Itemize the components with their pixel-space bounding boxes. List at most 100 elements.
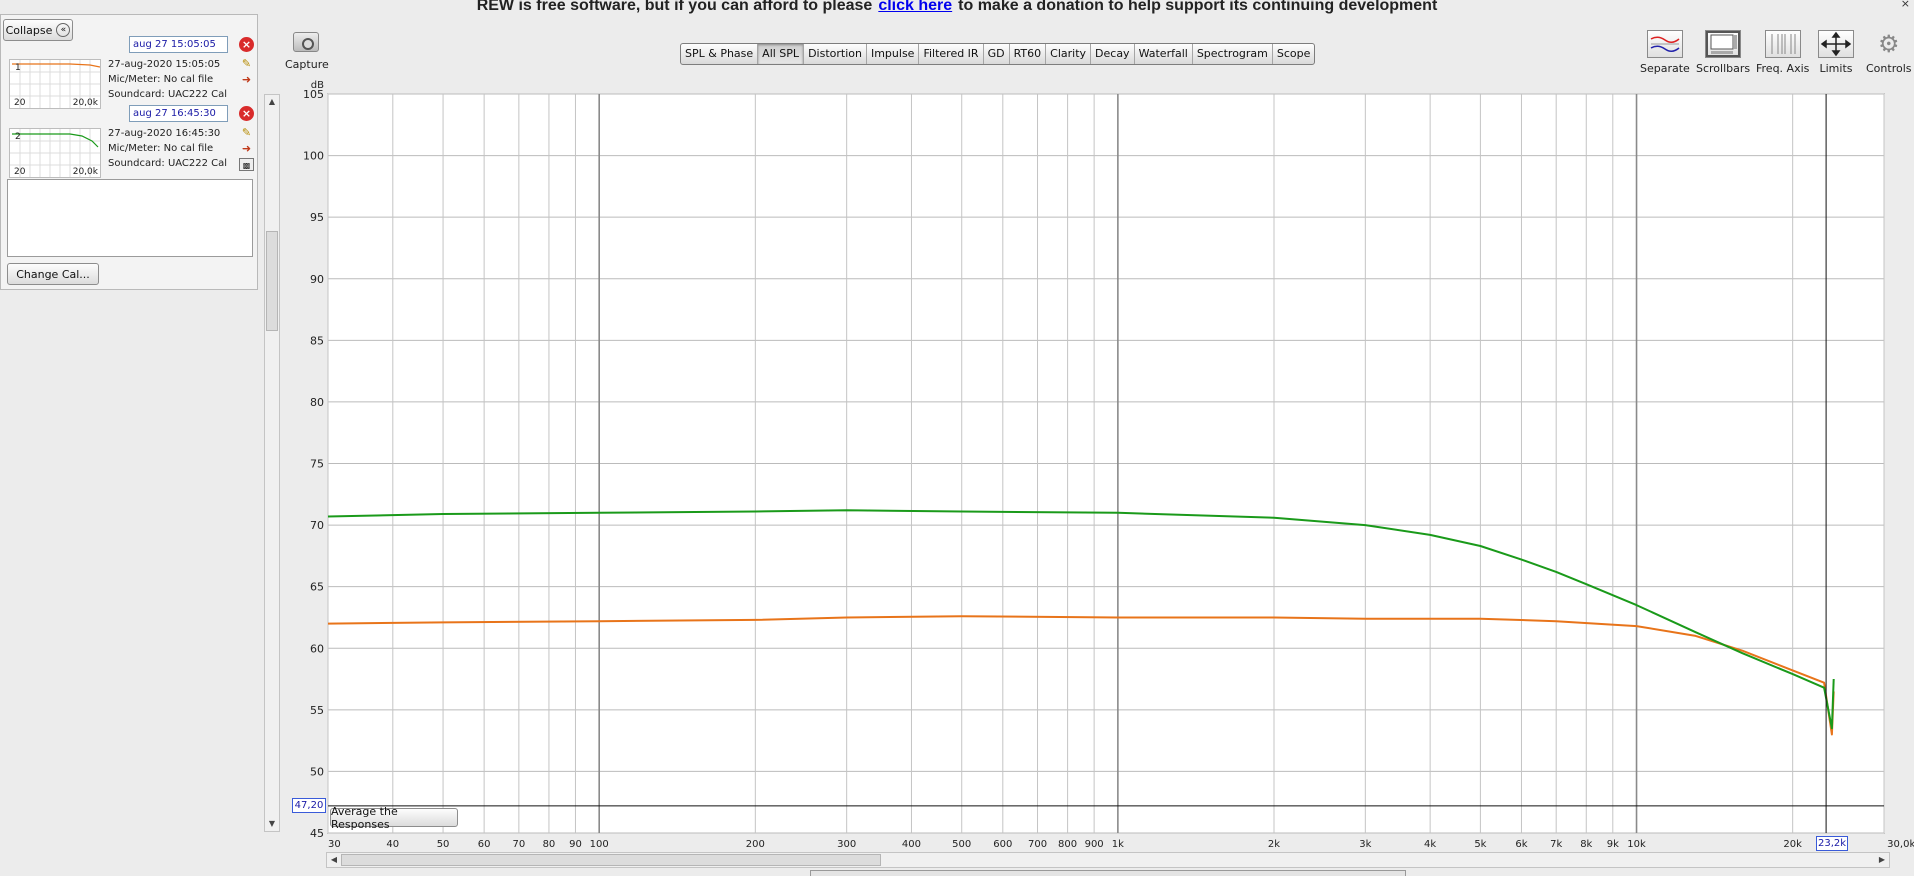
separate-label: Separate — [1640, 62, 1690, 75]
limits-icon — [1818, 30, 1854, 58]
scrollbars-icon — [1705, 30, 1742, 58]
measurement-index: 2 — [15, 132, 21, 142]
collapse-button[interactable]: Collapse « — [3, 19, 73, 41]
freq-axis-button[interactable]: Freq. Axis — [1756, 30, 1809, 75]
x-tick-label: 30 — [328, 839, 341, 850]
capture-button[interactable]: Capture — [285, 32, 329, 76]
measurement-notes-area[interactable] — [7, 179, 253, 257]
rew-window: REW is free software, but if you can aff… — [0, 0, 1914, 876]
tab-impulse[interactable]: Impulse — [867, 44, 920, 64]
y-tick-label: 95 — [310, 211, 324, 224]
separate-icon — [1646, 30, 1683, 58]
controls-button[interactable]: ⚙ Controls — [1866, 30, 1912, 75]
y-tick-label: 90 — [310, 273, 324, 286]
measurement-name-input[interactable]: aug 27 16:45:30 — [129, 105, 228, 122]
x-tick-label: 20k — [1783, 839, 1802, 850]
x-tick-label: 900 — [1085, 839, 1104, 850]
scroll-left-icon[interactable]: ◀ — [327, 853, 341, 867]
separate-button[interactable]: Separate — [1640, 30, 1690, 75]
x-tick-label: 700 — [1028, 839, 1047, 850]
x-tick-label: 30,0kHz — [1887, 839, 1914, 850]
spl-graph[interactable]: 45 50 55 60 65 70 75 80 85 90 95 100 105 30 40 50 60 70 80… — [240, 76, 1914, 876]
delete-measurement-icon[interactable]: × — [239, 37, 254, 52]
camera-icon — [293, 32, 319, 52]
change-cal-button[interactable]: Change Cal... — [7, 263, 99, 285]
banner-text-after: to make a donation to help support its c… — [958, 0, 1438, 14]
thumbnail-trace — [12, 63, 101, 68]
x-tick-label: 4k — [1424, 839, 1436, 850]
x-tick-label: 60 — [478, 839, 491, 850]
measurement-date: 27-aug-2020 15:05:05 — [108, 59, 221, 70]
horizontal-scroll-thumb[interactable] — [341, 854, 881, 866]
measurement-name-input[interactable]: aug 27 15:05:05 — [129, 36, 228, 53]
y-tick-label: 70 — [310, 519, 324, 532]
tab-waterfall[interactable]: Waterfall — [1135, 44, 1193, 64]
measurement-thumbnail[interactable]: 2 20 20,0k — [9, 128, 101, 178]
controls-label: Controls — [1866, 62, 1912, 75]
x-tick-label: 50 — [437, 839, 450, 850]
measurement-thumbnail[interactable]: 1 20 20,0k — [9, 59, 101, 109]
y-tick-label: 55 — [310, 704, 324, 717]
cursor-y-readout: 47,20 — [292, 798, 326, 813]
thumbnail-min-freq: 20 — [14, 98, 26, 108]
thumbnail-min-freq: 20 — [14, 167, 26, 177]
tab-gd[interactable]: GD — [984, 44, 1010, 64]
banner-text-before: REW is free software, but if you can aff… — [476, 0, 873, 14]
tab-decay[interactable]: Decay — [1091, 44, 1135, 64]
x-tick-label: 800 — [1058, 839, 1077, 850]
spl-chart[interactable]: 455055606570758085909510010530 40 50 60 70 80… — [240, 76, 1914, 876]
y-axis-label: dB — [311, 80, 324, 91]
measurement-date: 27-aug-2020 16:45:30 — [108, 128, 221, 139]
scroll-right-icon[interactable]: ▶ — [1875, 853, 1889, 867]
banner-close-icon[interactable]: × — [1901, 0, 1910, 10]
pencil-icon[interactable]: ✎ — [239, 57, 254, 70]
x-tick-label: 200 — [746, 839, 765, 850]
measurement-item-2[interactable]: 2 20 20,0k aug 27 16:45:30 × 27-aug-2020… — [5, 105, 255, 182]
horizontal-scrollbar[interactable]: ◀ ▶ — [326, 852, 1890, 868]
x-tick-label: 5k — [1474, 839, 1486, 850]
donation-link[interactable]: click here — [878, 0, 952, 14]
x-tick-label: 1k — [1112, 839, 1124, 850]
y-tick-label: 80 — [310, 396, 324, 409]
tab-clarity[interactable]: Clarity — [1046, 44, 1092, 64]
freq-axis-label: Freq. Axis — [1756, 62, 1810, 75]
average-responses-button[interactable]: Average the Responses — [330, 805, 458, 831]
donation-banner: REW is free software, but if you can aff… — [0, 0, 1914, 14]
y-tick-label: 50 — [310, 765, 324, 778]
x-tick-label: 400 — [902, 839, 921, 850]
x-tick-label: 70 — [512, 839, 525, 850]
measurement-index: 1 — [15, 63, 21, 73]
capture-label: Capture — [285, 58, 329, 71]
thumbnail-max-freq: 20,0k — [72, 167, 98, 177]
measurement-soundcard: Soundcard: UAC222 Cal — [108, 89, 228, 98]
tab-spectrogram[interactable]: Spectrogram — [1193, 44, 1273, 64]
freq-axis-icon — [1764, 30, 1801, 58]
tab-filtered-ir[interactable]: Filtered IR — [919, 44, 984, 64]
limits-label: Limits — [1819, 62, 1853, 75]
y-tick-label: 100 — [303, 150, 324, 163]
measurements-panel: Collapse « 1 20 20,0k aug 27 15:05:05 × … — [0, 14, 258, 290]
y-tick-label: 60 — [310, 642, 324, 655]
x-tick-label: 2k — [1268, 839, 1280, 850]
x-tick-label: 100 — [590, 839, 609, 850]
tab-spl-phase[interactable]: SPL & Phase — [681, 44, 759, 64]
bottom-panel-edge — [810, 870, 1406, 876]
y-tick-label: 75 — [310, 458, 324, 471]
measurement-mic: Mic/Meter: No cal file — [108, 74, 214, 85]
scrollbars-button[interactable]: Scrollbars — [1696, 30, 1750, 75]
y-tick-label: 85 — [310, 334, 324, 347]
x-tick-label: 90 — [569, 839, 582, 850]
x-tick-label: 6k — [1515, 839, 1527, 850]
tab-scope[interactable]: Scope — [1273, 44, 1315, 64]
limits-button[interactable]: Limits — [1818, 30, 1854, 75]
x-tick-label: 80 — [543, 839, 556, 850]
x-tick-label: 8k — [1580, 839, 1592, 850]
tab-rt60[interactable]: RT60 — [1010, 44, 1047, 64]
x-tick-label: 3k — [1359, 839, 1371, 850]
collapse-label: Collapse — [5, 23, 53, 37]
x-tick-label: 40 — [386, 839, 399, 850]
measurement-mic: Mic/Meter: No cal file — [108, 143, 214, 154]
x-tick-label: 9k — [1607, 839, 1619, 850]
tab-distortion[interactable]: Distortion — [804, 44, 867, 64]
tab-all-spl[interactable]: All SPL — [758, 44, 805, 64]
